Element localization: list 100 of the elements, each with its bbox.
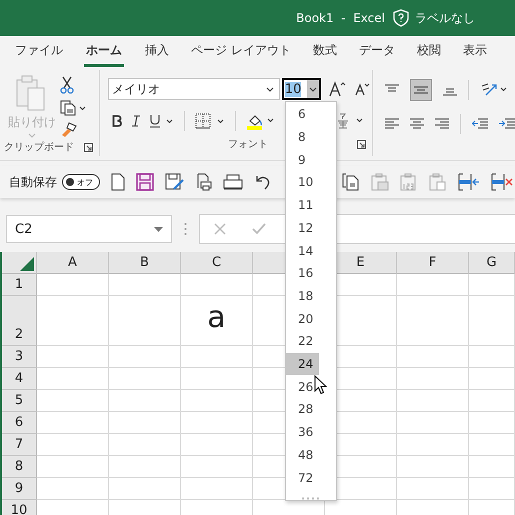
ribbon-tab[interactable]: 数式 (304, 36, 346, 66)
font-size-option[interactable]: 11 (286, 194, 319, 217)
column-header[interactable]: G (469, 252, 515, 274)
column-header[interactable]: C (181, 252, 253, 274)
table-cell[interactable] (397, 274, 469, 296)
table-cell[interactable] (109, 274, 181, 296)
font-size-option[interactable]: 72 (286, 466, 319, 489)
copy-icon[interactable] (60, 100, 86, 116)
printer-icon[interactable] (223, 174, 243, 190)
table-cell[interactable] (397, 478, 469, 500)
table-cell[interactable] (181, 478, 253, 500)
scissors-icon[interactable] (60, 76, 74, 94)
autosave-toggle[interactable]: オフ (62, 174, 100, 190)
table-cell[interactable] (181, 434, 253, 456)
ribbon-tab[interactable]: 校閲 (408, 36, 450, 66)
dialog-launcher-icon[interactable] (84, 142, 93, 152)
table-cell[interactable] (469, 434, 515, 456)
column-header[interactable]: F (397, 252, 469, 274)
table-cell[interactable] (181, 368, 253, 390)
row-header[interactable]: 8 (2, 456, 37, 478)
table-cell[interactable] (469, 368, 515, 390)
table-cell[interactable] (37, 456, 109, 478)
table-cell[interactable] (181, 456, 253, 478)
table-cell[interactable] (109, 390, 181, 412)
font-size-option[interactable]: 36 (286, 420, 319, 444)
table-cell[interactable] (37, 478, 109, 500)
table-cell[interactable] (181, 412, 253, 434)
align-left-icon[interactable] (385, 118, 399, 130)
table-cell[interactable] (109, 412, 181, 434)
table-cell[interactable] (37, 346, 109, 368)
row-header[interactable]: 5 (2, 390, 37, 412)
shrink-font-icon[interactable] (354, 82, 371, 96)
cancel-icon[interactable] (214, 223, 226, 235)
print-preview-icon[interactable] (196, 173, 212, 191)
table-cell[interactable] (181, 390, 253, 412)
font-size-option[interactable]: 14 (286, 239, 319, 262)
font-size-option[interactable]: 12 (286, 216, 319, 240)
select-all-corner[interactable] (2, 252, 37, 274)
font-size-option[interactable]: 48 (286, 444, 319, 466)
table-cell[interactable] (469, 274, 515, 296)
table-cell[interactable] (37, 274, 109, 296)
row-header[interactable]: 6 (2, 412, 37, 434)
borders-icon[interactable] (194, 113, 225, 129)
italic-icon[interactable] (132, 115, 140, 127)
align-right-icon[interactable] (435, 118, 449, 130)
table-cell[interactable] (37, 296, 109, 346)
table-cell[interactable] (37, 368, 109, 390)
row-header[interactable]: 9 (2, 478, 37, 500)
table-cell[interactable] (397, 456, 469, 478)
column-header[interactable]: A (37, 252, 109, 274)
row-header[interactable]: 10 (2, 500, 37, 515)
ribbon-tab[interactable]: ページ レイアウト (182, 36, 300, 66)
middle-align-icon[interactable] (410, 79, 432, 101)
ribbon-tab[interactable]: データ (350, 36, 404, 66)
undo-icon[interactable] (254, 174, 272, 190)
grow-font-icon[interactable] (328, 81, 347, 97)
ribbon-tab[interactable]: 表示 (454, 36, 496, 66)
sensitivity-label[interactable]: ラベルなし (415, 10, 475, 26)
table-cell[interactable] (397, 390, 469, 412)
font-size-option[interactable]: 8 (286, 126, 319, 148)
increase-indent-icon[interactable] (499, 118, 515, 130)
enter-icon[interactable] (252, 223, 266, 235)
column-header[interactable]: B (109, 252, 181, 274)
font-size-field[interactable]: 10 (282, 78, 321, 100)
row-header[interactable]: 2 (2, 296, 37, 346)
table-cell[interactable] (109, 434, 181, 456)
table-cell[interactable] (397, 412, 469, 434)
delete-columns-icon[interactable] (491, 173, 513, 191)
font-size-option[interactable]: 28 (286, 398, 319, 421)
name-box[interactable]: C2 (6, 215, 172, 243)
table-cell[interactable] (469, 390, 515, 412)
table-cell[interactable] (469, 296, 515, 346)
font-size-option[interactable]: 10 (286, 171, 319, 194)
row-header[interactable]: 1 (2, 274, 37, 296)
save-icon[interactable] (136, 173, 154, 191)
font-size-option[interactable]: 18 (286, 284, 319, 308)
shield-icon[interactable] (393, 9, 409, 27)
font-size-option[interactable]: 9 (286, 148, 319, 172)
table-cell[interactable] (181, 346, 253, 368)
new-document-icon[interactable] (111, 173, 125, 191)
font-size-option[interactable]: 24 (286, 352, 319, 376)
table-cell[interactable] (469, 478, 515, 500)
ribbon-tab[interactable]: ホーム (84, 36, 124, 66)
table-cell[interactable] (397, 346, 469, 368)
grip-icon[interactable] (184, 222, 187, 236)
table-cell[interactable] (109, 456, 181, 478)
ribbon-tab[interactable]: 挿入 (136, 36, 178, 66)
table-cell[interactable]: a (181, 296, 253, 346)
row-header[interactable]: 3 (2, 346, 37, 368)
paste-icon[interactable] (429, 173, 447, 191)
table-cell[interactable] (109, 346, 181, 368)
table-cell[interactable] (469, 346, 515, 368)
resize-grip-icon[interactable] (301, 496, 321, 500)
save-edit-icon[interactable] (165, 173, 185, 191)
copy-document-icon[interactable] (342, 173, 360, 191)
table-cell[interactable] (109, 296, 181, 346)
table-cell[interactable] (397, 296, 469, 346)
table-cell[interactable] (37, 412, 109, 434)
dialog-launcher-icon[interactable] (357, 140, 366, 148)
ribbon-tab[interactable]: ファイル (6, 36, 72, 66)
